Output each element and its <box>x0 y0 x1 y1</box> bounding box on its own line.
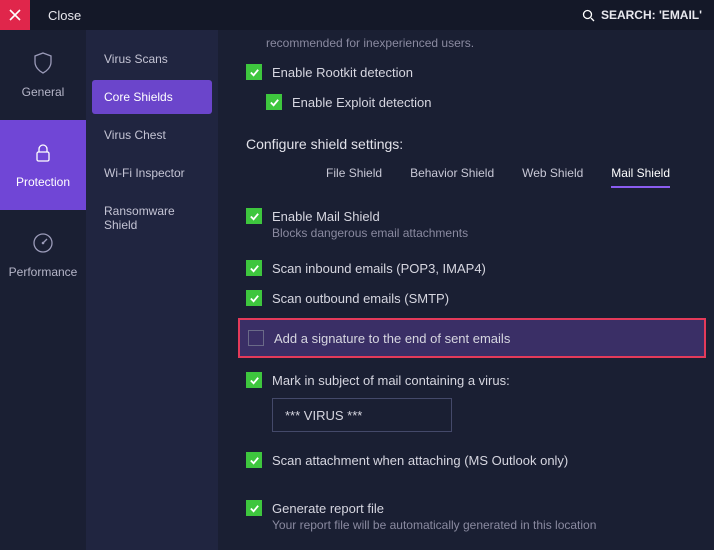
label-signature: Add a signature to the end of sent email… <box>274 331 510 346</box>
label-enable-mail: Enable Mail Shield <box>272 209 380 224</box>
subnav-wifi-inspector[interactable]: Wi-Fi Inspector <box>92 156 212 190</box>
rail-protection[interactable]: Protection <box>0 120 86 210</box>
label-attachment: Scan attachment when attaching (MS Outlo… <box>272 453 568 468</box>
report-desc: Your report file will be automatically g… <box>272 518 690 532</box>
shield-icon <box>31 51 55 75</box>
row-mark-subject: Mark in subject of mail containing a vir… <box>246 372 690 388</box>
tab-web-shield[interactable]: Web Shield <box>522 166 583 188</box>
enable-mail-desc: Blocks dangerous email attachments <box>272 226 690 240</box>
checkbox-rootkit[interactable] <box>246 64 262 80</box>
lock-icon <box>31 141 55 165</box>
checkbox-mark-subject[interactable] <box>246 372 262 388</box>
shield-tabs: File Shield Behavior Shield Web Shield M… <box>246 166 690 188</box>
virus-subject-input[interactable] <box>272 398 452 432</box>
checkbox-report[interactable] <box>246 500 262 516</box>
subnav-virus-scans[interactable]: Virus Scans <box>92 42 212 76</box>
close-icon <box>9 9 21 21</box>
rail-performance[interactable]: Performance <box>0 210 86 300</box>
search-area[interactable]: SEARCH: 'EMAIL' <box>582 0 702 30</box>
subnav: Virus Scans Core Shields Virus Chest Wi-… <box>86 30 218 550</box>
label-exploit: Enable Exploit detection <box>292 95 431 110</box>
gauge-icon <box>31 231 55 255</box>
tab-behavior-shield[interactable]: Behavior Shield <box>410 166 494 188</box>
subnav-core-shields[interactable]: Core Shields <box>92 80 212 114</box>
checkbox-inbound[interactable] <box>246 260 262 276</box>
label-report: Generate report file <box>272 501 384 516</box>
search-icon <box>582 9 595 22</box>
content: recommended for inexperienced users. Ena… <box>218 30 714 550</box>
label-mark-subject: Mark in subject of mail containing a vir… <box>272 373 510 388</box>
rail-label: Performance <box>9 265 78 279</box>
label-outbound: Scan outbound emails (SMTP) <box>272 291 449 306</box>
rail-general[interactable]: General <box>0 30 86 120</box>
row-rootkit: Enable Rootkit detection <box>246 64 690 80</box>
row-report: Generate report file <box>246 500 690 516</box>
row-inbound: Scan inbound emails (POP3, IMAP4) <box>246 260 690 276</box>
main: General Protection Performance Virus Sca… <box>0 30 714 550</box>
left-rail: General Protection Performance <box>0 30 86 550</box>
subnav-ransomware-shield[interactable]: Ransomware Shield <box>92 194 212 242</box>
row-outbound: Scan outbound emails (SMTP) <box>246 290 690 306</box>
rail-label: General <box>22 85 65 99</box>
checkbox-outbound[interactable] <box>246 290 262 306</box>
checkbox-enable-mail[interactable] <box>246 208 262 224</box>
checkbox-signature[interactable] <box>248 330 264 346</box>
titlebar: Close SEARCH: 'EMAIL' <box>0 0 714 30</box>
tab-file-shield[interactable]: File Shield <box>326 166 382 188</box>
close-button[interactable] <box>0 0 30 30</box>
row-signature-highlight: Add a signature to the end of sent email… <box>238 318 706 358</box>
row-enable-mail: Enable Mail Shield <box>246 208 690 224</box>
row-attachment: Scan attachment when attaching (MS Outlo… <box>246 452 690 468</box>
close-label[interactable]: Close <box>48 8 81 23</box>
configure-title: Configure shield settings: <box>246 136 690 152</box>
rail-label: Protection <box>16 175 70 189</box>
checkbox-exploit[interactable] <box>266 94 282 110</box>
checkbox-attachment[interactable] <box>246 452 262 468</box>
row-exploit: Enable Exploit detection <box>266 94 690 110</box>
label-inbound: Scan inbound emails (POP3, IMAP4) <box>272 261 486 276</box>
subnav-virus-chest[interactable]: Virus Chest <box>92 118 212 152</box>
label-rootkit: Enable Rootkit detection <box>272 65 413 80</box>
tab-mail-shield[interactable]: Mail Shield <box>611 166 670 188</box>
top-hint: recommended for inexperienced users. <box>266 36 690 50</box>
search-text: SEARCH: 'EMAIL' <box>601 8 702 22</box>
